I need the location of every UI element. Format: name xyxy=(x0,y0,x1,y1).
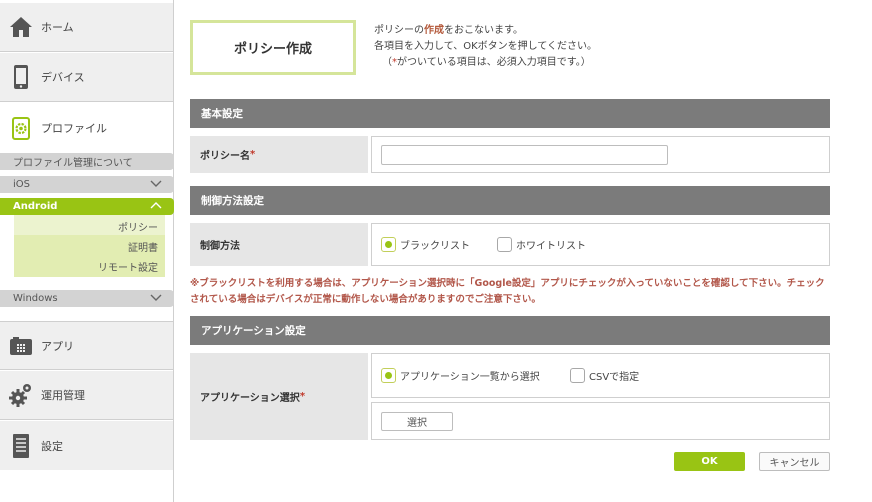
application-select-cell: 選択 xyxy=(371,402,830,440)
radio-checked-icon xyxy=(381,368,396,383)
blacklist-radio[interactable]: ブラックリスト xyxy=(381,237,470,252)
section-application-settings: アプリケーション設定 xyxy=(190,316,830,345)
sidebar-item-label: プロファイル xyxy=(41,121,107,135)
radio-unchecked-icon xyxy=(497,237,512,252)
intro-line-1: ポリシーの作成をおこないます。 xyxy=(374,23,597,39)
sidebar-item-label: アプリ xyxy=(41,339,74,353)
control-method-label: 制御方法 xyxy=(190,223,368,266)
section-basic-settings: 基本設定 xyxy=(190,99,830,128)
application-method-cell: アプリケーション一覧から選択 CSVで指定 xyxy=(371,353,830,398)
submenu-item-policy[interactable]: ポリシー xyxy=(118,219,158,234)
sub-bar-label: Android xyxy=(13,201,58,212)
blacklist-warning: ※ブラックリストを利用する場合は、アプリケーション選択時に「Google設定」ア… xyxy=(190,278,825,305)
sidebar-item-settings[interactable]: 設定 xyxy=(0,421,173,470)
sidebar-item-device[interactable]: デバイス xyxy=(0,53,173,102)
section-control-method: 制御方法設定 xyxy=(190,186,830,215)
intro-text: （ xyxy=(382,57,392,68)
cancel-button[interactable]: キャンセル xyxy=(759,452,830,471)
select-button[interactable]: 選択 xyxy=(381,412,453,431)
chevron-down-icon xyxy=(150,293,162,305)
settings-document-icon xyxy=(9,433,33,459)
sidebar-windows-toggle[interactable]: Windows xyxy=(0,290,174,307)
option-label: CSVで指定 xyxy=(589,372,640,383)
application-select-label: アプリケーション選択 * xyxy=(190,353,368,440)
option-label: ホワイトリスト xyxy=(516,241,586,252)
sidebar-item-profile[interactable]: プロファイル xyxy=(0,103,173,152)
policy-name-cell xyxy=(371,136,830,173)
intro-text: をおこないます。 xyxy=(444,25,523,36)
sub-bar-label: Windows xyxy=(13,293,58,304)
radio-checked-icon xyxy=(381,237,396,252)
radio-unchecked-icon xyxy=(570,368,585,383)
sidebar-item-label: 設定 xyxy=(41,439,63,453)
chevron-up-icon xyxy=(150,201,162,213)
field-label: ポリシー名 xyxy=(200,151,250,162)
sub-bar-label: iOS xyxy=(13,179,30,190)
gears-icon xyxy=(9,382,33,408)
option-label: ブラックリスト xyxy=(400,241,470,252)
field-label: アプリケーション選択 xyxy=(200,393,300,404)
ok-button[interactable]: OK xyxy=(674,452,745,471)
control-method-cell: ブラックリスト ホワイトリスト xyxy=(371,223,830,266)
sub-bar-label: プロファイル管理について xyxy=(13,158,133,169)
sidebar-item-app[interactable]: アプリ xyxy=(0,321,173,370)
intro-text: ポリシーの xyxy=(374,25,424,36)
android-submenu: ポリシー 証明書 リモート設定 xyxy=(14,215,165,277)
sidebar-item-label: デバイス xyxy=(41,71,85,84)
sidebar-item-label: 運用管理 xyxy=(41,389,85,402)
from-list-radio[interactable]: アプリケーション一覧から選択 xyxy=(381,368,540,383)
policy-name-input[interactable] xyxy=(381,145,668,165)
page-title: ポリシー作成 xyxy=(190,20,356,75)
whitelist-radio[interactable]: ホワイトリスト xyxy=(497,237,586,252)
submenu-item-remote-settings[interactable]: リモート設定 xyxy=(98,259,158,274)
sidebar-profile-about[interactable]: プロファイル管理について xyxy=(0,153,174,170)
sidebar: ホーム デバイス プロファイル プロファイル管理について iOS Android… xyxy=(0,0,174,502)
required-mark: * xyxy=(299,391,306,402)
option-label: アプリケーション一覧から選択 xyxy=(400,372,540,383)
policy-name-label: ポリシー名 * xyxy=(190,136,368,173)
csv-radio[interactable]: CSVで指定 xyxy=(570,368,639,383)
sidebar-item-operation[interactable]: 運用管理 xyxy=(0,371,173,420)
intro-line-3: （*がついている項目は、必須入力項目です。） xyxy=(374,55,597,71)
home-icon xyxy=(9,14,33,40)
required-mark: * xyxy=(250,149,256,160)
page-description: ポリシーの作成をおこないます。 各項目を入力して、OKボタンを押してください。 … xyxy=(374,23,597,71)
sidebar-android-toggle[interactable]: Android xyxy=(0,198,174,215)
intro-highlight: 作成 xyxy=(424,25,444,36)
intro-line-2: 各項目を入力して、OKボタンを押してください。 xyxy=(374,41,598,52)
sidebar-item-label: ホーム xyxy=(41,21,74,34)
chevron-down-icon xyxy=(150,179,162,191)
intro-text: がついている項目は、必須入力項目です。） xyxy=(397,57,591,68)
sidebar-ios-toggle[interactable]: iOS xyxy=(0,176,174,193)
profile-gear-icon xyxy=(9,115,33,141)
sidebar-item-home[interactable]: ホーム xyxy=(0,3,173,52)
smartphone-icon xyxy=(9,64,33,90)
app-grid-icon xyxy=(9,333,33,359)
submenu-item-certificate[interactable]: 証明書 xyxy=(128,239,158,254)
